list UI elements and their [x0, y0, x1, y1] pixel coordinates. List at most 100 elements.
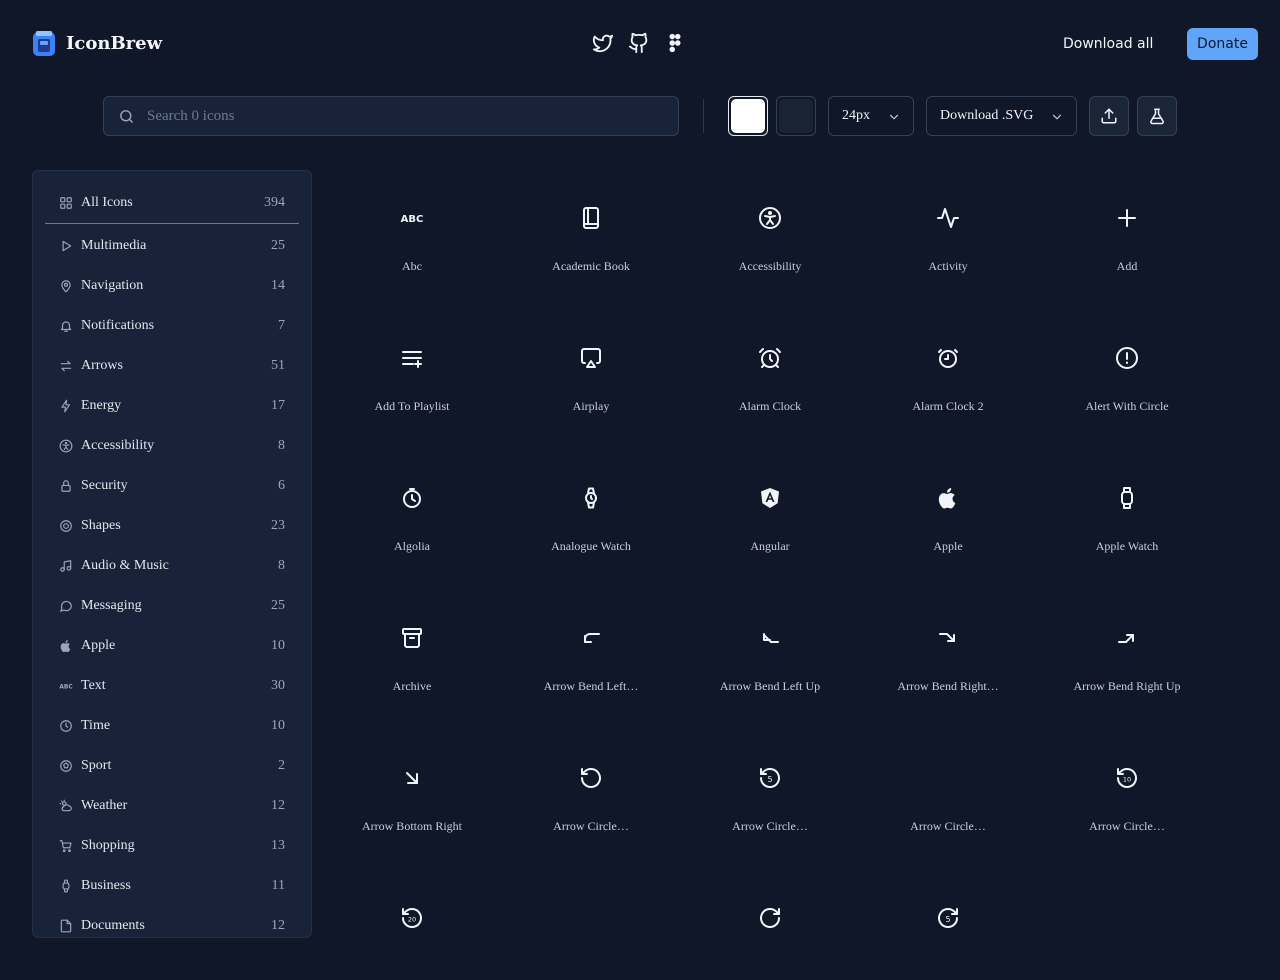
- playground-button[interactable]: [1137, 96, 1177, 136]
- sidebar-item-label: Energy: [81, 398, 122, 413]
- icon-tile[interactable]: Arrow Circle…: [531, 730, 651, 840]
- sidebar-item-security[interactable]: Security 6: [45, 468, 299, 504]
- sidebar-item-multimedia[interactable]: Multimedia 25: [45, 228, 299, 264]
- arrow-bend-right-up-icon: [1115, 626, 1139, 650]
- search-input[interactable]: [145, 106, 678, 126]
- alarm-clock-2-icon: [936, 346, 960, 370]
- arrow-bend-right-down-icon: [936, 626, 960, 650]
- sidebar-item-shapes[interactable]: Shapes 23: [45, 508, 299, 544]
- sidebar-item-label: Accessibility: [81, 438, 155, 453]
- icon-tile[interactable]: Accessibility: [710, 170, 830, 280]
- sidebar-item-all-icons[interactable]: All Icons 394: [45, 183, 299, 224]
- download-format-select[interactable]: Download .SVG: [926, 96, 1077, 136]
- svg-text:20: 20: [408, 916, 416, 924]
- icon-tile[interactable]: Arrow Circle…: [888, 730, 1008, 840]
- plus-icon: [1115, 206, 1139, 230]
- icon-tile[interactable]: Add: [1067, 170, 1187, 280]
- download-all-button[interactable]: Download all: [1052, 28, 1164, 60]
- icon-tile[interactable]: 10 Arrow Circle…: [1067, 730, 1187, 840]
- sidebar-item-count: 12: [271, 918, 285, 933]
- upload-icon: [1101, 108, 1117, 124]
- angular-icon: [758, 486, 782, 510]
- icon-tile[interactable]: Arrow Bend Right…: [888, 590, 1008, 700]
- icon-tile[interactable]: Add To Playlist: [352, 310, 472, 420]
- category-sidebar: All Icons 394 Multimedia 25 Navigation 14 No…: [32, 170, 312, 938]
- icon-tile[interactable]: Airplay: [531, 310, 651, 420]
- sidebar-item-sport[interactable]: Sport 2: [45, 748, 299, 784]
- icon-tile[interactable]: Alarm Clock: [710, 310, 830, 420]
- arrow-circle-right-5-icon: 5: [936, 906, 960, 930]
- dark-color-swatch[interactable]: [776, 96, 816, 136]
- ball-icon: [59, 759, 73, 773]
- sidebar-item-audio-music[interactable]: Audio & Music 8: [45, 548, 299, 584]
- alert-circle-icon: [1115, 346, 1139, 370]
- sidebar-item-business[interactable]: Business 11: [45, 868, 299, 904]
- sidebar-item-notifications[interactable]: Notifications 7: [45, 308, 299, 344]
- analogue-watch-icon: [579, 486, 603, 510]
- icon-tile[interactable]: Arrow Bend Right Up: [1067, 590, 1187, 700]
- icon-tile[interactable]: [531, 870, 651, 980]
- sidebar-item-arrows[interactable]: Arrows 51: [45, 348, 299, 384]
- donate-button[interactable]: Donate: [1187, 28, 1258, 60]
- icon-tile[interactable]: Apple: [888, 450, 1008, 560]
- sidebar-item-weather[interactable]: Weather 12: [45, 788, 299, 824]
- sidebar-item-messaging[interactable]: Messaging 25: [45, 588, 299, 624]
- icon-tile[interactable]: [710, 870, 830, 980]
- icon-tile[interactable]: 20: [352, 870, 472, 980]
- icon-tile[interactable]: Activity: [888, 170, 1008, 280]
- upload-button[interactable]: [1089, 96, 1129, 136]
- sidebar-item-apple[interactable]: Apple 10: [45, 628, 299, 664]
- twitter-link[interactable]: [592, 32, 614, 54]
- bell-icon: [59, 319, 73, 333]
- sidebar-item-text[interactable]: ABC Text 30: [45, 668, 299, 704]
- icon-tile-label: Arrow Bend Left Up: [719, 679, 821, 693]
- icon-tile[interactable]: Apple Watch: [1067, 450, 1187, 560]
- sidebar-item-count: 12: [271, 798, 285, 813]
- social-links: [592, 32, 686, 54]
- icon-tile-label: Arrow Circle…: [910, 819, 986, 833]
- icon-tile-label: Alarm Clock 2: [912, 399, 984, 413]
- apple-watch-icon: [1115, 486, 1139, 510]
- icon-tile[interactable]: Alert With Circle: [1067, 310, 1187, 420]
- icon-tile[interactable]: 5 Arrow Circle…: [710, 730, 830, 840]
- sidebar-item-count: 6: [278, 478, 285, 493]
- icon-tile[interactable]: Algolia: [352, 450, 472, 560]
- arrow-bend-left-down-icon: [579, 626, 603, 650]
- sidebar-item-label: Navigation: [81, 278, 144, 293]
- svg-text:5: 5: [945, 915, 950, 924]
- light-color-swatch[interactable]: [728, 96, 768, 136]
- brand[interactable]: IconBrew: [32, 29, 162, 57]
- icon-tile[interactable]: Arrow Bend Left…: [531, 590, 651, 700]
- sidebar-item-count: 394: [264, 195, 285, 210]
- chevron-down-icon: [1052, 114, 1062, 120]
- github-link[interactable]: [628, 32, 650, 54]
- sidebar-item-accessibility[interactable]: Accessibility 8: [45, 428, 299, 464]
- sidebar-item-time[interactable]: Time 10: [45, 708, 299, 744]
- icon-size-select[interactable]: 24px: [828, 96, 914, 136]
- sidebar-item-shopping[interactable]: Shopping 13: [45, 828, 299, 864]
- arrow-bend-left-up-icon: [758, 626, 782, 650]
- add-to-playlist-icon: [400, 346, 424, 370]
- icon-tile[interactable]: 5: [888, 870, 1008, 980]
- search-box[interactable]: [103, 96, 679, 136]
- sidebar-item-count: 2: [278, 758, 285, 773]
- icon-tile[interactable]: ABC Abc: [352, 170, 472, 280]
- icon-tile[interactable]: Archive: [352, 590, 472, 700]
- target-icon: [59, 519, 73, 533]
- sidebar-item-label: Messaging: [81, 598, 142, 613]
- icon-tile[interactable]: Alarm Clock 2: [888, 310, 1008, 420]
- sidebar-item-navigation[interactable]: Navigation 14: [45, 268, 299, 304]
- sidebar-item-label: Sport: [81, 758, 112, 773]
- abc-icon: ABC: [59, 679, 73, 693]
- icon-tile[interactable]: Academic Book: [531, 170, 651, 280]
- icon-tile[interactable]: Angular: [710, 450, 830, 560]
- sidebar-item-label: Shopping: [81, 838, 135, 853]
- icon-tile[interactable]: Arrow Bottom Right: [352, 730, 472, 840]
- icon-tile[interactable]: Arrow Bend Left Up: [710, 590, 830, 700]
- archive-icon: [400, 626, 424, 650]
- sidebar-item-documents[interactable]: Documents 12: [45, 908, 299, 937]
- sidebar-item-count: 7: [278, 318, 285, 333]
- icon-tile[interactable]: Analogue Watch: [531, 450, 651, 560]
- sidebar-item-energy[interactable]: Energy 17: [45, 388, 299, 424]
- figma-link[interactable]: [664, 32, 686, 54]
